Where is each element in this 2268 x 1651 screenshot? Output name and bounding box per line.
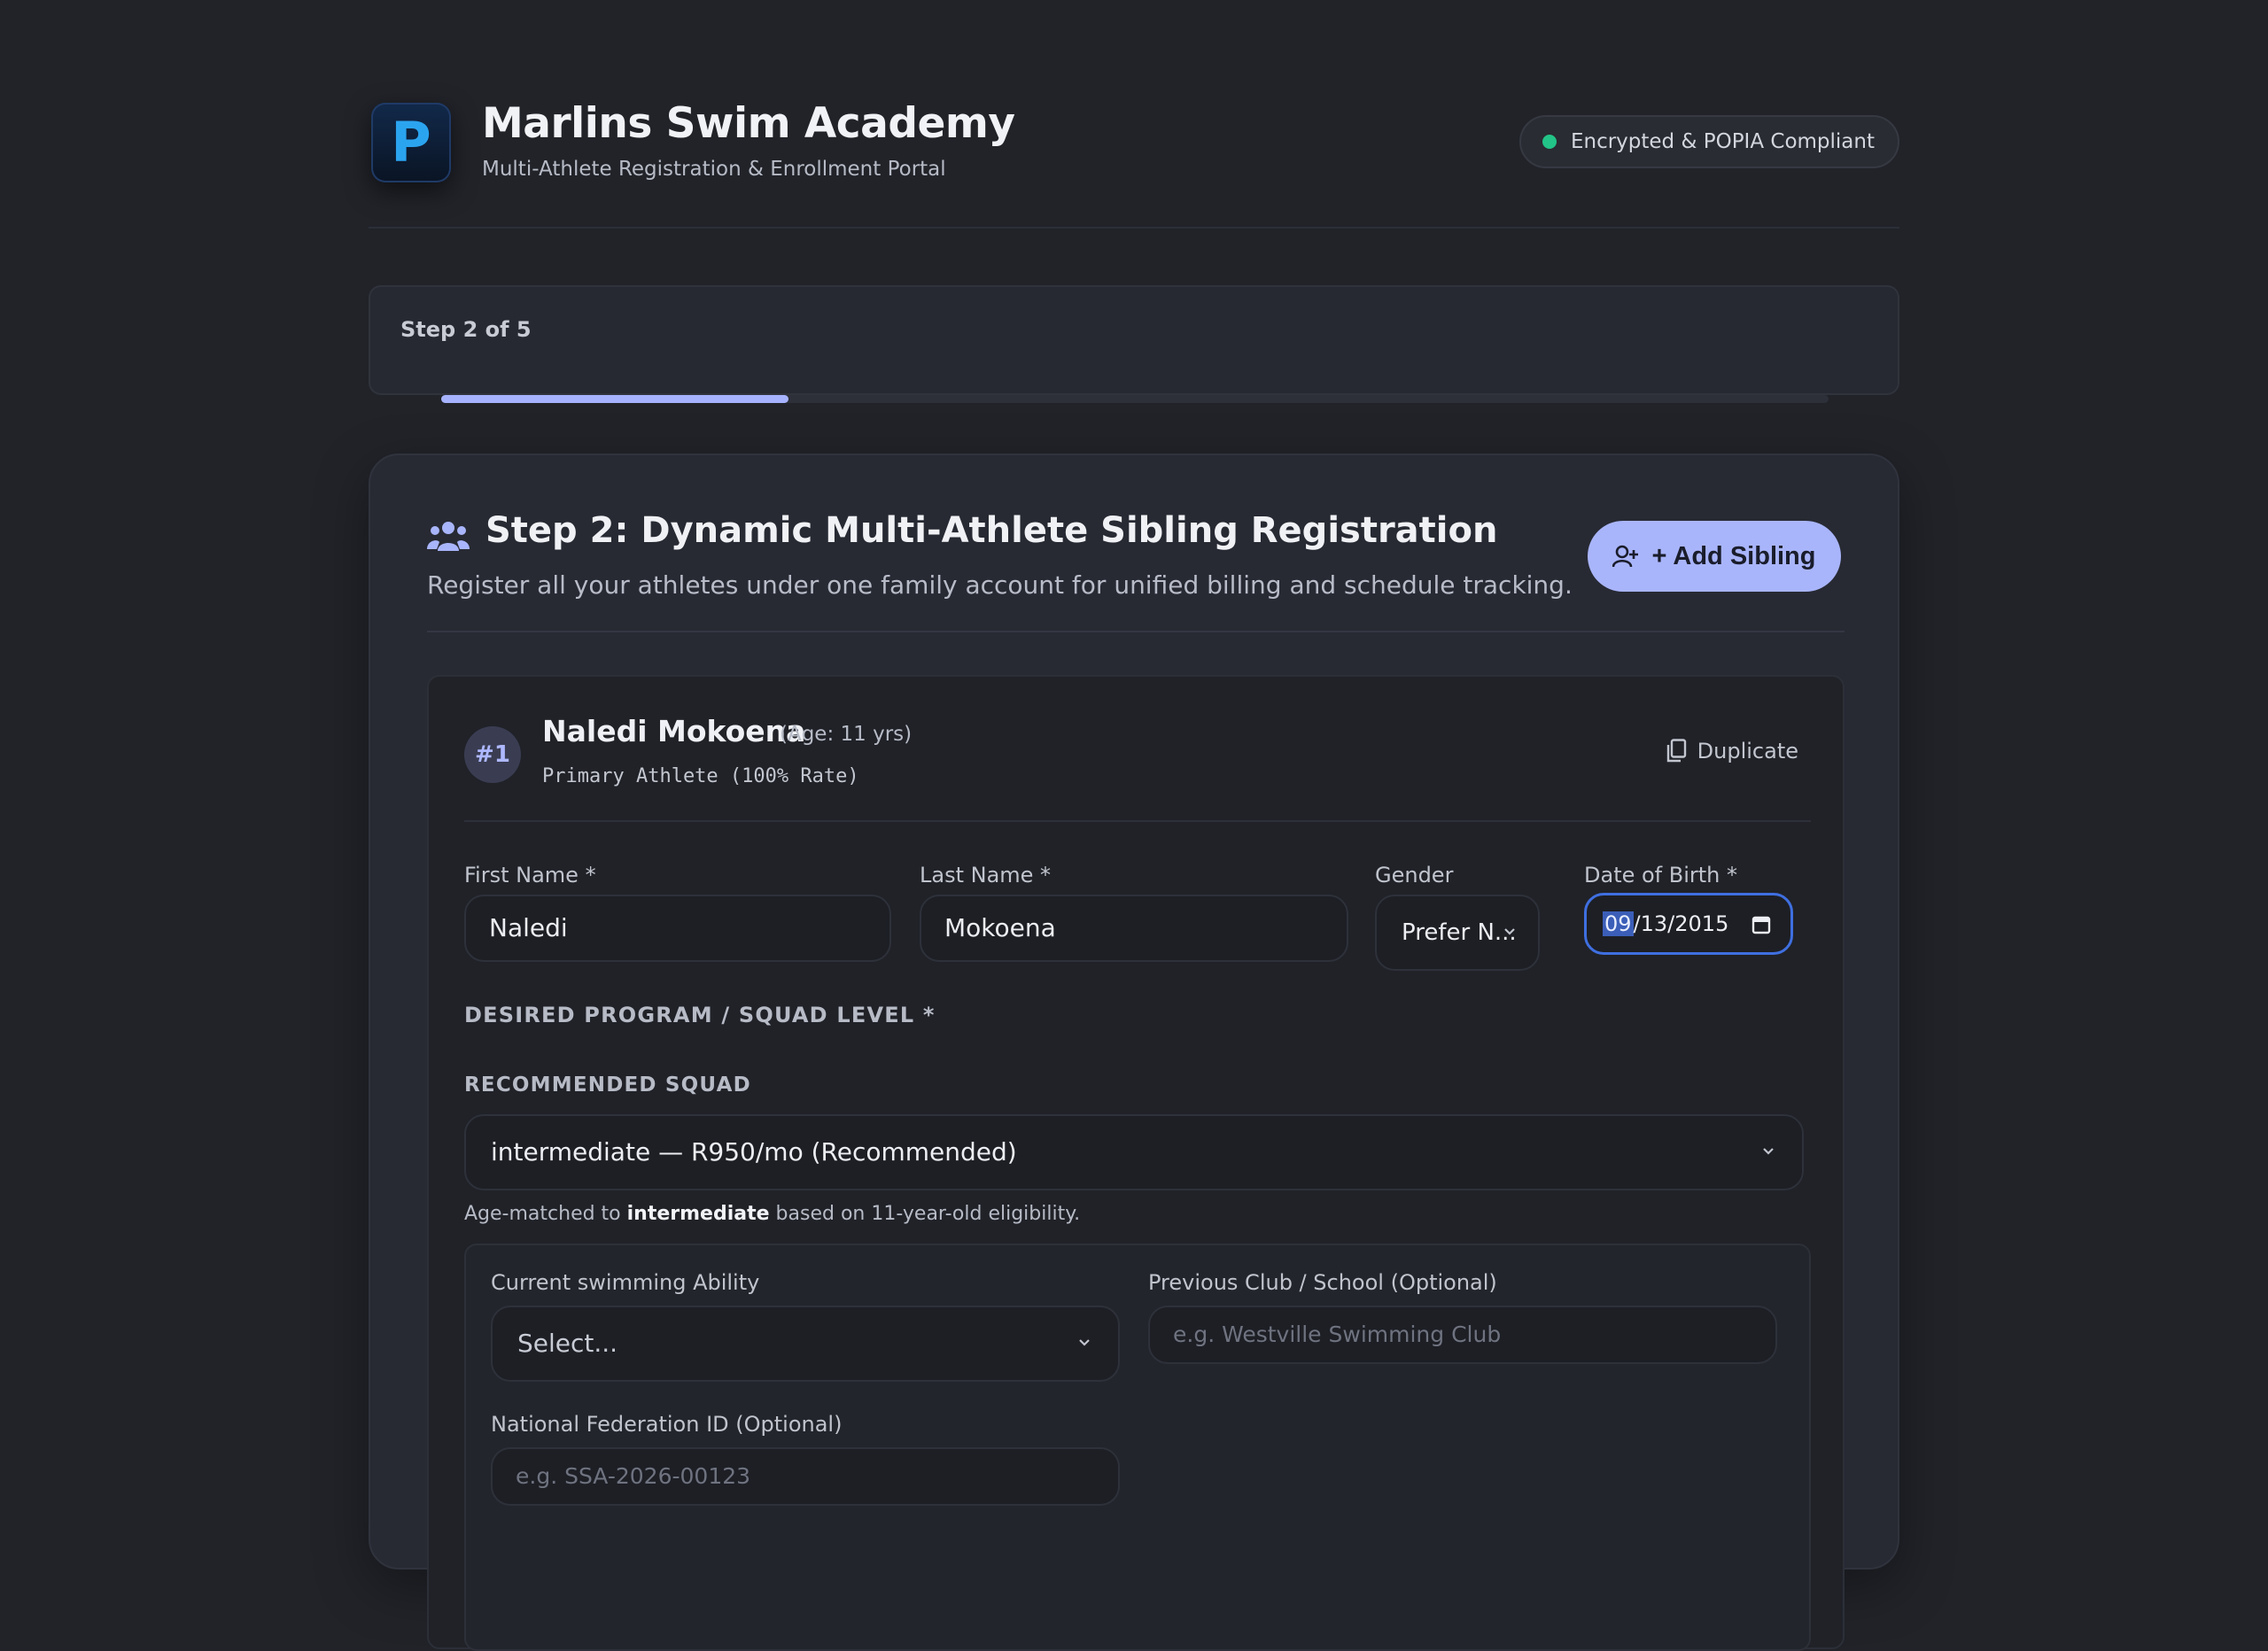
ability-select[interactable]: Select... — [491, 1306, 1120, 1382]
athlete-name: Naledi Mokoena — [542, 714, 806, 748]
ability-value: Select... — [517, 1329, 618, 1358]
divider — [427, 631, 1845, 632]
last-name-field[interactable]: Mokoena — [920, 895, 1348, 962]
athlete-number-badge: #1 — [464, 726, 521, 783]
ability-label: Current swimming Ability — [491, 1270, 760, 1295]
security-badge-label: Encrypted & POPIA Compliant — [1570, 130, 1875, 153]
calendar-icon[interactable] — [1751, 915, 1771, 934]
previous-club-label: Previous Club / School (Optional) — [1148, 1270, 1497, 1295]
program-heading: DESIRED PROGRAM / SQUAD LEVEL * — [464, 1003, 936, 1027]
dob-rest: /13/2015 — [1633, 911, 1729, 936]
squad-select[interactable]: intermediate — R950/mo (Recommended) — [464, 1114, 1804, 1190]
first-name-field[interactable]: Naledi — [464, 895, 891, 962]
users-icon — [427, 522, 470, 551]
step-label: Step 2 of 5 — [400, 317, 532, 342]
athlete-age: (Age: 11 yrs) — [780, 723, 913, 746]
step-indicator: Step 2 of 5 — [369, 285, 1899, 395]
app-logo: P — [371, 103, 451, 182]
duplicate-label: Duplicate — [1697, 739, 1798, 763]
add-sibling-button[interactable]: + Add Sibling — [1588, 521, 1841, 592]
add-sibling-label: + Add Sibling — [1651, 541, 1816, 570]
section-title: Step 2: Dynamic Multi-Athlete Sibling Re… — [485, 510, 1498, 551]
registration-card: Step 2: Dynamic Multi-Athlete Sibling Re… — [369, 453, 1899, 1651]
status-dot-icon — [1542, 135, 1557, 149]
gender-label: Gender — [1375, 863, 1454, 888]
chevron-down-icon — [1763, 1148, 1774, 1155]
progress-bar — [441, 395, 1829, 403]
dob-label: Date of Birth * — [1584, 863, 1738, 888]
divider — [464, 820, 1811, 822]
gender-value: Prefer N... — [1402, 919, 1517, 946]
federation-id-label: National Federation ID (Optional) — [491, 1412, 843, 1437]
gender-select[interactable]: Prefer N... — [1375, 895, 1540, 971]
section-description: Register all your athletes under one fam… — [427, 570, 1573, 600]
user-plus-icon — [1612, 545, 1639, 568]
app-subtitle: Multi-Athlete Registration & Enrollment … — [482, 158, 946, 181]
last-name-label: Last Name * — [920, 863, 1052, 888]
first-name-label: First Name * — [464, 863, 596, 888]
copy-icon — [1666, 739, 1686, 763]
recommended-heading: RECOMMENDED SQUAD — [464, 1074, 751, 1097]
progress-bar-fill — [441, 395, 788, 403]
app-title: Marlins Swim Academy — [482, 99, 1015, 148]
duplicate-button[interactable]: Duplicate — [1666, 739, 1798, 763]
date-of-birth-input[interactable]: 09/13/2015 — [1584, 893, 1793, 955]
squad-value: intermediate — R950/mo (Recommended) — [491, 1137, 1017, 1167]
athlete-panel: #1 Naledi Mokoena (Age: 11 yrs) Primary … — [427, 675, 1845, 1651]
security-badge: Encrypted & POPIA Compliant — [1518, 115, 1899, 168]
athlete-role: Primary Athlete (100% Rate) — [542, 765, 859, 787]
app-header: P Marlins Swim Academy Multi-Athlete Reg… — [369, 99, 1899, 229]
dob-month-segment[interactable]: 09 — [1603, 911, 1634, 936]
chevron-down-icon — [1504, 928, 1515, 935]
experience-panel: Current swimming Ability Select... Previ… — [464, 1244, 1811, 1651]
previous-club-field[interactable]: e.g. Westville Swimming Club — [1148, 1306, 1777, 1364]
federation-id-field[interactable]: e.g. SSA-2026-00123 — [491, 1447, 1120, 1506]
chevron-down-icon — [1079, 1339, 1090, 1346]
logo-letter: P — [391, 110, 431, 174]
hint-suffix: based on 11-year-old eligibility. — [769, 1203, 1081, 1225]
hint-squad: intermediate — [626, 1203, 770, 1225]
squad-hint: Age-matched to intermediate based on 11-… — [464, 1203, 1080, 1225]
hint-prefix: Age-matched to — [464, 1203, 627, 1225]
